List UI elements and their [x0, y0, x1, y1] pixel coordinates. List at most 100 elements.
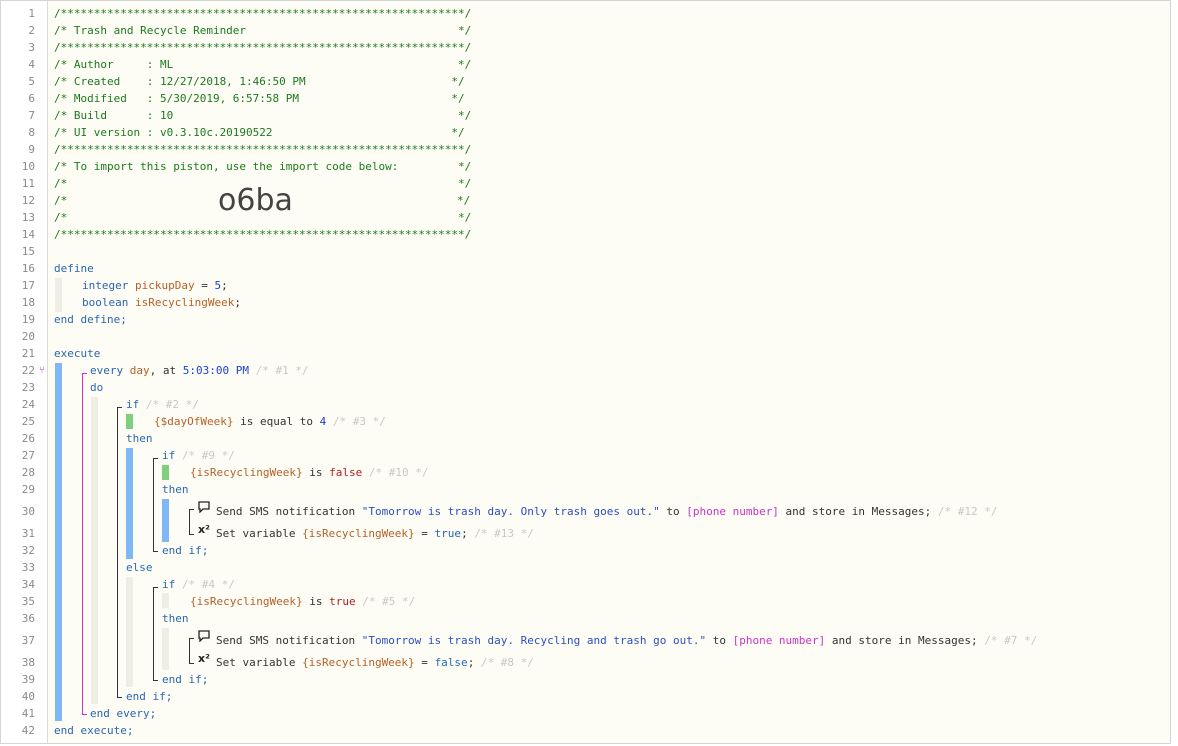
if-bracket-bottom [153, 551, 158, 552]
line-number: 29 [21, 483, 35, 496]
else-block-bar [126, 577, 133, 687]
header-created: /* Created : 12/27/2018, 1:46:50 PM */ [54, 75, 465, 88]
if-bracket-top [117, 407, 122, 408]
do-block-bar [91, 397, 98, 704]
line-number: 14 [21, 228, 35, 241]
every-bracket [82, 373, 83, 714]
statement-id: /* #5 */ [355, 595, 416, 608]
if-keyword: if [162, 578, 176, 591]
phone-number: [phone number] [732, 634, 826, 647]
every-at: , at [149, 364, 183, 377]
set-variable-action[interactable]: Set variable {isRecyclingWeek} = false; … [216, 656, 534, 669]
end-execute-keyword[interactable]: end execute; [54, 724, 133, 737]
set-variable-action[interactable]: Set variable {isRecyclingWeek} = true; /… [216, 527, 534, 540]
condition-bar [162, 593, 169, 608]
var-end: ; [234, 296, 241, 309]
if-bracket-bottom [153, 680, 158, 681]
line-number: 37 [21, 634, 35, 647]
if-bracket [153, 587, 154, 680]
end-if-keyword[interactable]: end if; [162, 673, 208, 686]
variable-name: {isRecyclingWeek} [302, 656, 415, 669]
header-author: /* Author : ML */ [54, 58, 472, 71]
if-statement[interactable]: if /* #9 */ [162, 449, 235, 462]
sms-action[interactable]: Send SMS notification "Tomorrow is trash… [216, 634, 1037, 647]
line-number: 41 [21, 707, 35, 720]
condition-operand: {isRecyclingWeek} [190, 595, 303, 608]
line-number: 13 [21, 211, 35, 224]
end-every-keyword[interactable]: end every; [90, 707, 156, 720]
variable-declaration[interactable]: boolean isRecyclingWeek; [82, 296, 241, 309]
line-number: 22 [21, 364, 35, 377]
variable-value: false [434, 656, 468, 669]
condition[interactable]: {isRecyclingWeek} is true /* #5 */ [190, 595, 415, 608]
if-statement[interactable]: if /* #2 */ [126, 398, 199, 411]
if-keyword: if [162, 449, 176, 462]
line-number: 10 [21, 160, 35, 173]
every-bracket-top [82, 373, 87, 374]
header-build: /* Build : 10 */ [54, 109, 472, 122]
then-keyword[interactable]: then [162, 612, 189, 625]
statement-id: /* #4 */ [175, 578, 235, 591]
statement-id: /* #9 */ [175, 449, 235, 462]
if-bracket-top [153, 458, 158, 459]
line-number: 6 [28, 92, 35, 105]
sms-message: "Tomorrow is trash day. Recycling and tr… [361, 634, 707, 647]
action-text: to [659, 505, 687, 518]
condition-value: true [329, 595, 356, 608]
every-bracket-bottom [82, 714, 87, 715]
variable-declaration[interactable]: integer pickupDay = 5; [82, 279, 228, 292]
condition[interactable]: {$dayOfWeek} is equal to 4 /* #3 */ [154, 415, 386, 428]
line-number: 19 [21, 313, 35, 326]
variable-name: {isRecyclingWeek} [302, 527, 415, 540]
condition-operand: {isRecyclingWeek} [190, 466, 303, 479]
sms-action[interactable]: Send SMS notification "Tomorrow is trash… [216, 505, 998, 518]
line-number: 42 [21, 724, 35, 737]
else-keyword[interactable]: else [126, 561, 153, 574]
end-if-keyword[interactable]: end if; [162, 544, 208, 557]
statement-id: /* #7 */ [977, 634, 1038, 647]
line-number: 16 [21, 262, 35, 275]
line-number: 34 [21, 578, 35, 591]
if-bracket [117, 407, 118, 697]
define-keyword[interactable]: define [54, 262, 94, 275]
var-name: pickupDay [134, 279, 195, 292]
action-text: Send SMS notification [216, 634, 362, 647]
statement-id: /* #13 */ [467, 527, 534, 540]
then-keyword[interactable]: then [162, 483, 189, 496]
line-number: 15 [21, 245, 35, 258]
sms-message: "Tomorrow is trash day. Only trash goes … [361, 505, 660, 518]
if-statement[interactable]: if /* #4 */ [162, 578, 235, 591]
execute-keyword[interactable]: execute [54, 347, 100, 360]
var-type: integer [82, 279, 129, 292]
then-block-bar [162, 628, 169, 670]
condition-operand: {$dayOfWeek} [154, 415, 234, 428]
header-border: /***************************************… [54, 41, 472, 54]
line-number: 24 [21, 398, 35, 411]
header-border: /***************************************… [54, 7, 472, 20]
end-if-keyword[interactable]: end if; [126, 690, 172, 703]
line-number: 9 [28, 143, 35, 156]
end-define-keyword[interactable]: end define; [54, 313, 127, 326]
condition[interactable]: {isRecyclingWeek} is false /* #10 */ [190, 466, 428, 479]
every-time: 5:03:00 PM [182, 364, 249, 377]
line-number: 38 [21, 656, 35, 669]
every-statement[interactable]: every day, at 5:03:00 PM /* #1 */ [90, 364, 309, 377]
line-number: 18 [21, 296, 35, 309]
line-number: 23 [21, 381, 35, 394]
line-number: 8 [28, 126, 35, 139]
line-number: 35 [21, 595, 35, 608]
statement-id: /* #3 */ [326, 415, 386, 428]
statement-id: /* #8 */ [474, 656, 534, 669]
define-block-bar [55, 278, 62, 312]
line-number: 4 [28, 58, 35, 71]
every-keyword: every [90, 364, 130, 377]
phone-number: [phone number] [686, 505, 779, 518]
action-text: ; [461, 527, 468, 540]
line-number: 25 [21, 415, 35, 428]
action-bracket-bottom [189, 534, 194, 535]
line-number: 1 [28, 7, 35, 20]
line-number: 36 [21, 612, 35, 625]
code-area: /***************************************… [48, 1, 1170, 743]
then-keyword[interactable]: then [126, 432, 153, 445]
do-keyword[interactable]: do [90, 381, 103, 394]
